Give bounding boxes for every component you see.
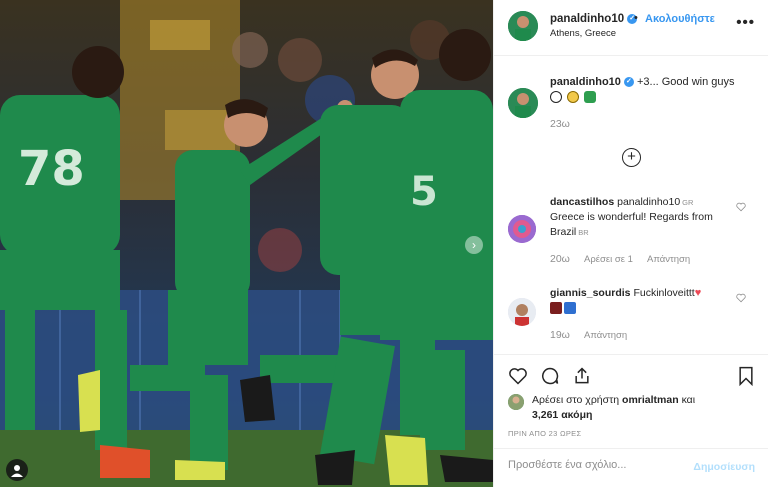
comment-mention[interactable]: panaldinho10 bbox=[617, 196, 680, 208]
comment-likes[interactable]: Αρέσει σε 1 bbox=[584, 254, 633, 265]
likes-prefix: Αρέσει στο χρήστη bbox=[532, 394, 620, 406]
svg-text:78: 78 bbox=[18, 141, 85, 197]
red-heart-icon: ♥ bbox=[694, 287, 702, 299]
reply-button[interactable]: Απάντηση bbox=[584, 330, 627, 341]
posted-time[interactable]: ΠΡΙΝ ΑΠΟ 23 ΩΡΕΣ bbox=[508, 429, 581, 438]
caption-avatar[interactable] bbox=[508, 88, 538, 118]
heart-icon[interactable] bbox=[508, 366, 528, 386]
grinning-face-icon bbox=[567, 91, 580, 104]
comment-icon[interactable] bbox=[540, 366, 560, 386]
location-link[interactable]: Athens, Greece bbox=[550, 28, 616, 39]
bookmark-icon[interactable] bbox=[737, 366, 755, 386]
post-comment-button[interactable]: Δημοσίευση bbox=[693, 461, 755, 473]
reply-button[interactable]: Απάντηση bbox=[647, 254, 690, 265]
share-icon[interactable] bbox=[572, 366, 592, 386]
post-photo[interactable]: 78 5 › bbox=[0, 0, 493, 487]
comment-form: Δημοσίευση bbox=[494, 448, 768, 487]
cake-icon bbox=[550, 302, 562, 315]
separator-dot: • bbox=[634, 12, 638, 24]
comment-2-meta: 19ω Απάντηση bbox=[550, 329, 639, 341]
username-text[interactable]: panaldinho10 bbox=[550, 13, 624, 25]
next-arrow-icon[interactable]: › bbox=[465, 236, 483, 254]
svg-text:5: 5 bbox=[410, 169, 438, 215]
user-tag-icon[interactable] bbox=[6, 459, 28, 481]
caption-emojis bbox=[550, 91, 598, 104]
caption: panaldinho10 ✓ +3... Good win guys bbox=[550, 75, 755, 90]
caption-time[interactable]: 23ω bbox=[550, 118, 570, 130]
comment-like-heart-icon[interactable] bbox=[736, 202, 746, 212]
likes-count[interactable]: 3,261 ακόμη bbox=[532, 409, 592, 421]
likes-summary: Αρέσει στο χρήστη omrialtman και 3,261 α… bbox=[532, 393, 757, 423]
post-header: panaldinho10 ✓ • Ακολουθήστε Athens, Gree… bbox=[494, 0, 768, 56]
flag-icon bbox=[564, 302, 576, 315]
header-username[interactable]: panaldinho10 ✓ bbox=[550, 13, 638, 25]
liker-username[interactable]: omrialtman bbox=[622, 394, 679, 406]
comment-2: giannis_sourdis Fuckinloveittt♥ bbox=[550, 286, 735, 316]
liker-avatar[interactable] bbox=[508, 394, 524, 410]
comment-time[interactable]: 19ω bbox=[550, 329, 570, 341]
comment-time[interactable]: 20ω bbox=[550, 253, 570, 265]
shamrock-icon bbox=[584, 91, 597, 104]
post-sidebar: panaldinho10 ✓ • Ακολουθήστε Athens, Gree… bbox=[493, 0, 768, 487]
match-celebration-image: 78 5 bbox=[0, 0, 493, 487]
verified-icon: ✓ bbox=[623, 77, 634, 88]
comment-text: Fuckinloveittt bbox=[633, 287, 695, 299]
comment-username[interactable]: dancastilhos bbox=[550, 196, 614, 208]
likes-conj: και bbox=[681, 394, 696, 406]
comment-1-meta: 20ω Αρέσει σε 1 Απάντηση bbox=[550, 253, 702, 265]
comment-avatar[interactable] bbox=[508, 215, 536, 243]
comment-input[interactable] bbox=[508, 459, 688, 471]
comment-text: Greece is wonderful! Regards from Brazil bbox=[550, 211, 713, 238]
avatar[interactable] bbox=[508, 11, 538, 41]
flag-gr: GR bbox=[682, 198, 694, 207]
caption-username[interactable]: panaldinho10 bbox=[550, 76, 621, 88]
follow-button[interactable]: Ακολουθήστε bbox=[645, 13, 715, 25]
soccer-ball-icon bbox=[550, 91, 562, 104]
caption-text: +3... Good win guys bbox=[636, 76, 735, 88]
comment-avatar[interactable] bbox=[508, 298, 536, 326]
comment-like-heart-icon[interactable] bbox=[736, 293, 746, 303]
comment-1: dancastilhos panaldinho10 GR Greece is wo… bbox=[550, 195, 735, 240]
add-comment-icon[interactable]: + bbox=[622, 148, 641, 167]
flag-br: BR bbox=[578, 228, 589, 237]
comment-username[interactable]: giannis_sourdis bbox=[550, 287, 631, 299]
more-icon[interactable]: ••• bbox=[736, 14, 755, 31]
